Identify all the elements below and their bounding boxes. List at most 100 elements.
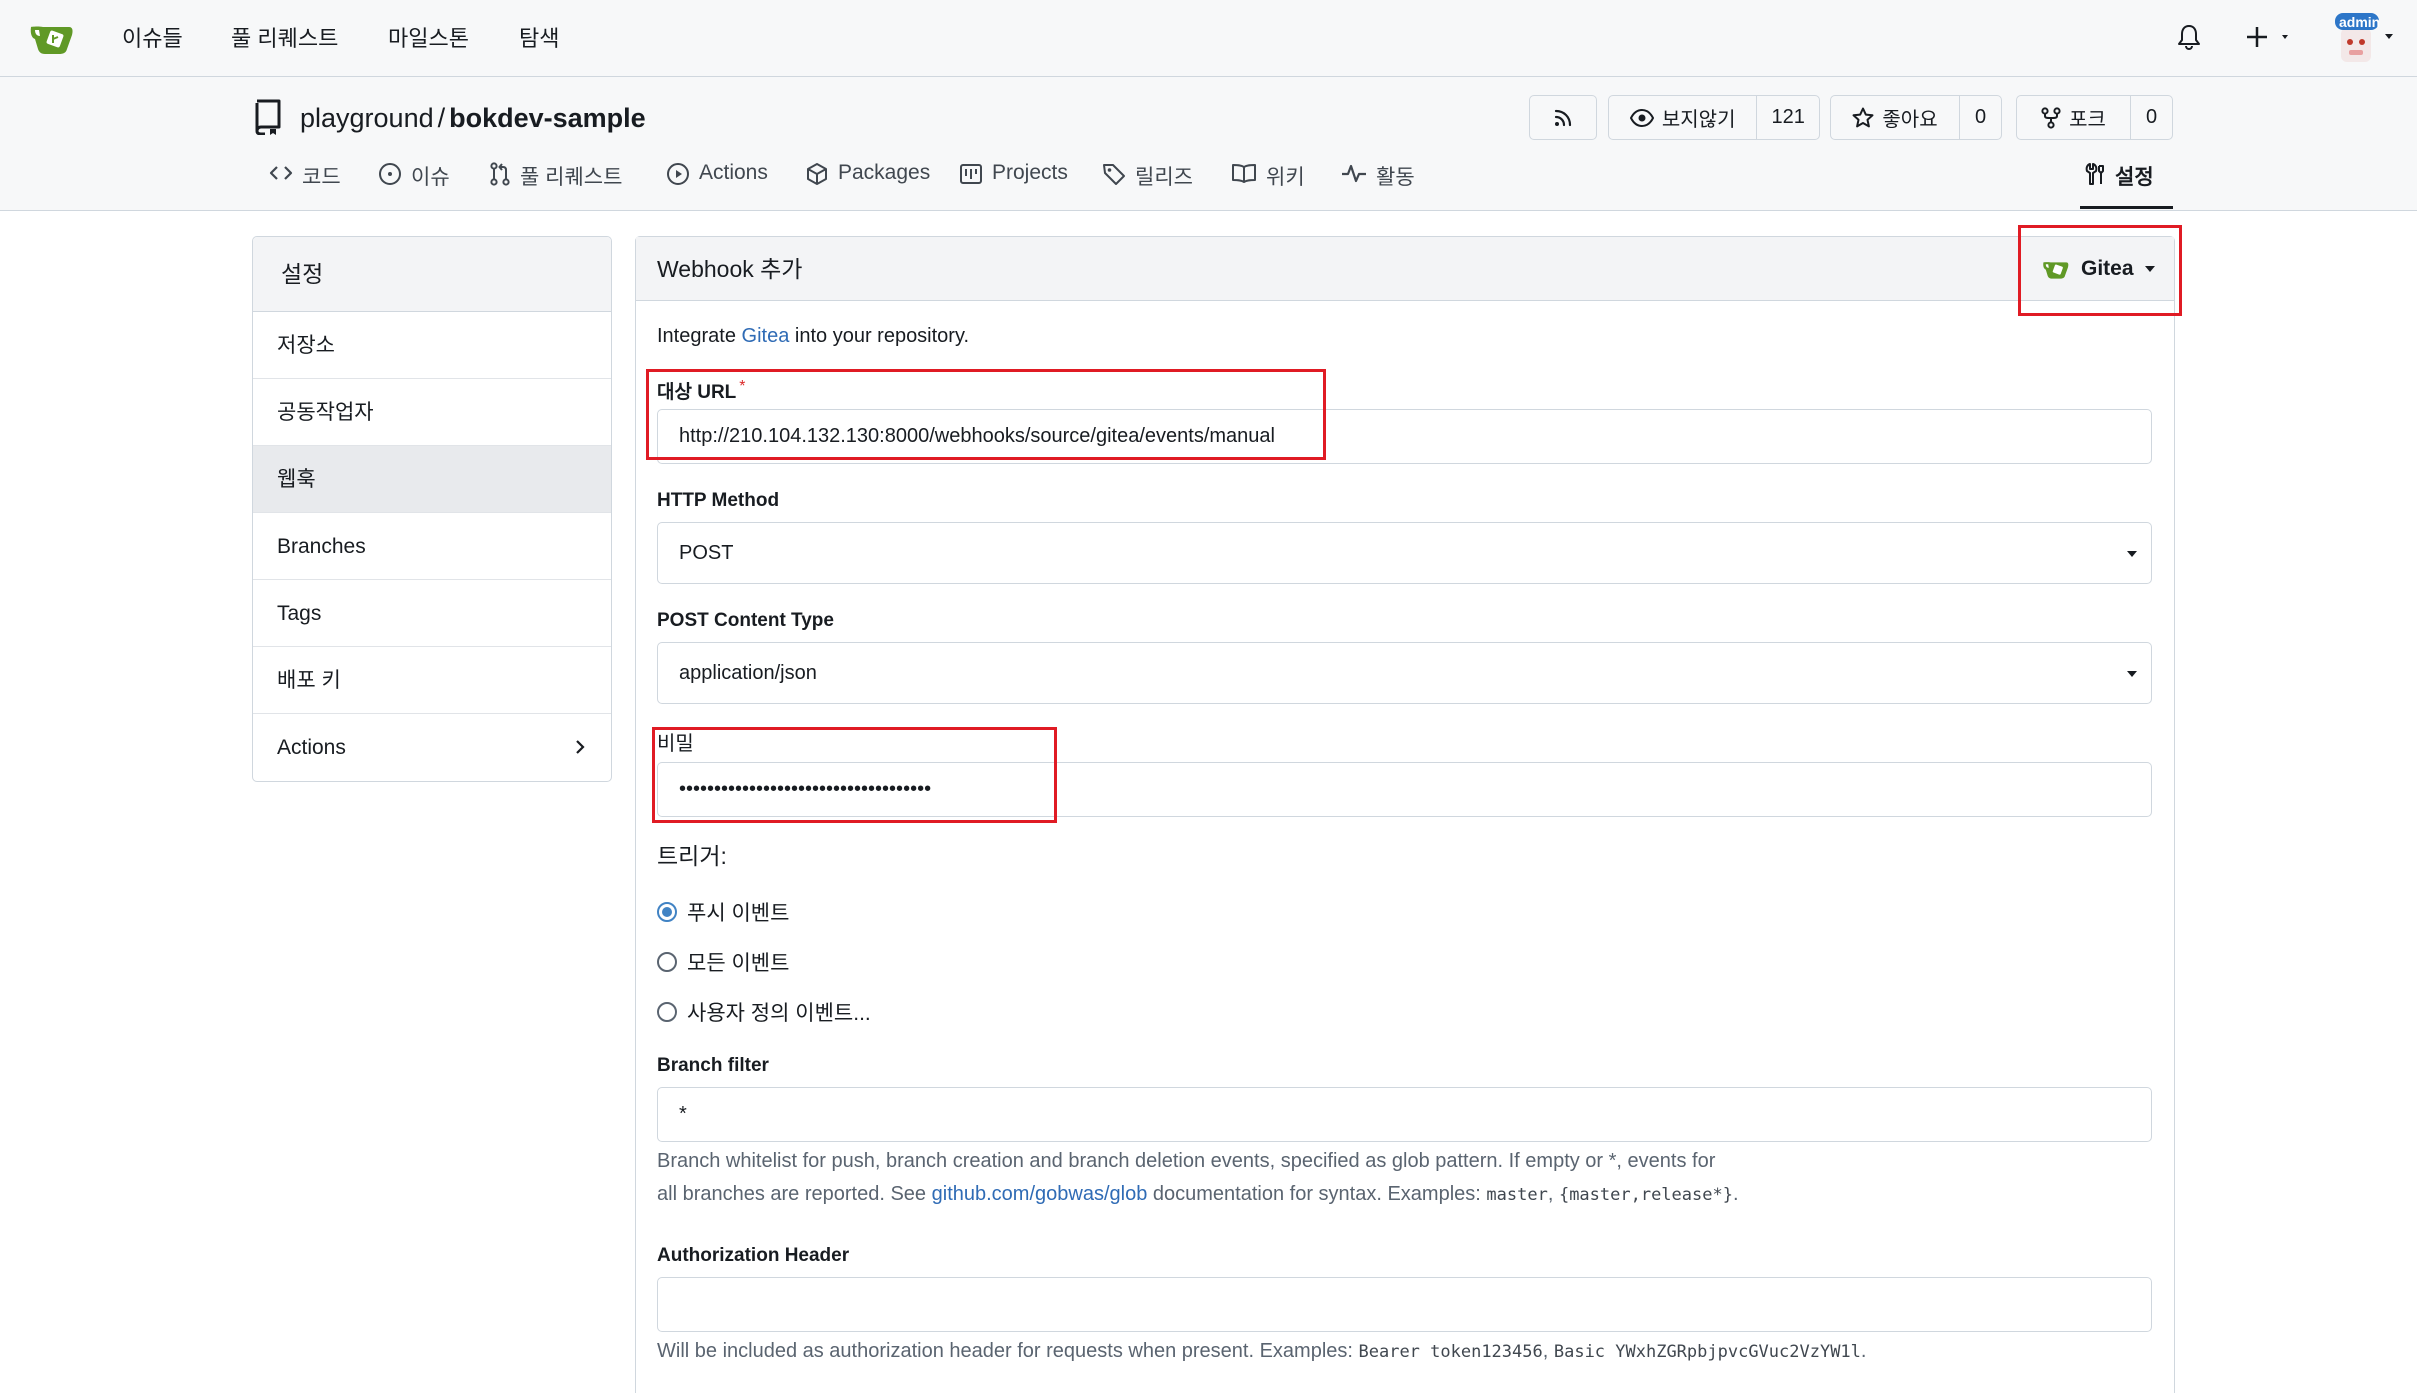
- package-icon: [807, 163, 827, 185]
- tab-packages[interactable]: Packages: [805, 159, 930, 209]
- http-method-value: POST: [679, 542, 734, 564]
- target-url-input[interactable]: http://210.104.132.130:8000/webhooks/sou…: [657, 409, 2152, 464]
- trigger-option-custom-label: 사용자 정의 이벤트...: [687, 1002, 871, 1025]
- tools-icon: [2085, 163, 2104, 185]
- nav-milestones[interactable]: 마일스톤: [388, 24, 469, 54]
- authorization-header-help: Will be included as authorization header…: [657, 1340, 1867, 1362]
- branch-filter-input[interactable]: *: [657, 1087, 2152, 1142]
- content-type-select[interactable]: application/json: [657, 642, 2152, 704]
- authorization-header-input[interactable]: [657, 1277, 2152, 1332]
- issue-icon: [379, 163, 401, 185]
- create-new-icon[interactable]: [2247, 25, 2297, 49]
- glob-docs-link[interactable]: github.com/gobwas/glob: [932, 1183, 1148, 1205]
- star-icon: [1852, 107, 1874, 127]
- gitea-logo-icon[interactable]: [29, 18, 75, 58]
- book-icon: [1232, 164, 1256, 183]
- branch-filter-help: Branch whitelist for push, branch creati…: [657, 1150, 1739, 1205]
- chevron-right-icon: [576, 740, 585, 754]
- fork-button-group: 포크 0: [2016, 95, 2173, 140]
- sidebar-item-webhooks[interactable]: 웹훅: [253, 446, 611, 513]
- tab-projects-label: Projects: [992, 161, 1068, 184]
- star-button-group: 좋아요 0: [1830, 95, 2002, 140]
- notification-bell-icon[interactable]: [2177, 24, 2201, 50]
- watch-label: 보지않기: [1661, 109, 1736, 131]
- http-method-select[interactable]: POST: [657, 522, 2152, 584]
- gitea-link[interactable]: Gitea: [742, 325, 790, 347]
- secret-label: 비밀: [657, 733, 694, 755]
- top-navbar: 이슈들 풀 리퀘스트 마일스톤 탐색 admin: [0, 0, 2417, 77]
- repo-name-link[interactable]: bokdev-sample: [449, 103, 646, 133]
- tab-projects[interactable]: Projects: [959, 159, 1068, 209]
- repo-header: playground / bokdev-sample 보지않기 121 좋아요 0: [0, 77, 2417, 211]
- fork-button[interactable]: 포크: [2017, 96, 2130, 139]
- radio-unchecked[interactable]: [657, 952, 677, 972]
- tag-icon: [1103, 164, 1125, 185]
- pull-request-icon: [490, 162, 510, 186]
- fork-icon: [2041, 106, 2061, 129]
- sidebar-item-branches[interactable]: Branches: [253, 513, 611, 580]
- tab-pull-requests-label: 풀 리퀘스트: [520, 166, 623, 189]
- sidebar-item-tags[interactable]: Tags: [253, 580, 611, 647]
- trigger-option-all-label: 모든 이벤트: [687, 952, 790, 975]
- panel-header: Webhook 추가 Gitea: [636, 237, 2174, 301]
- tab-code-label: 코드: [302, 166, 341, 189]
- trigger-title: 트리거:: [657, 843, 727, 869]
- tab-code[interactable]: 코드: [269, 159, 341, 209]
- repo-title-separator: /: [437, 103, 446, 133]
- sidebar-item-actions[interactable]: Actions: [253, 714, 611, 781]
- nav-pull-requests[interactable]: 풀 리퀘스트: [231, 24, 338, 54]
- nav-explore[interactable]: 탐색: [519, 24, 559, 54]
- fork-count[interactable]: 0: [2130, 96, 2172, 139]
- tab-actions[interactable]: Actions: [666, 159, 768, 209]
- avatar-badge: admin: [2339, 14, 2381, 30]
- tab-settings-label: 설정: [2115, 166, 2154, 189]
- tab-pull-requests[interactable]: 풀 리퀘스트: [489, 159, 622, 209]
- star-button[interactable]: 좋아요: [1831, 96, 1959, 139]
- tab-releases[interactable]: 릴리즈: [1102, 159, 1193, 209]
- gitea-logo-icon: [2043, 262, 2069, 279]
- authorization-header-label: Authorization Header: [657, 1245, 850, 1266]
- tab-wiki[interactable]: 위키: [1231, 159, 1305, 209]
- webhook-form-panel: Webhook 추가 Gitea Integrate Gitea into yo…: [635, 236, 2175, 1393]
- rss-icon: [1554, 109, 1572, 126]
- sidebar-item-collaborators[interactable]: 공동작업자: [253, 379, 611, 446]
- content-type-label: POST Content Type: [657, 610, 834, 631]
- sidebar-item-repository[interactable]: 저장소: [253, 312, 611, 379]
- tab-wiki-label: 위키: [1266, 166, 1305, 189]
- tab-activity[interactable]: 활동: [1341, 159, 1415, 209]
- rss-button[interactable]: [1529, 95, 1597, 140]
- radio-checked[interactable]: [657, 902, 677, 922]
- caret-down-icon: [2144, 266, 2155, 272]
- tab-issues-label: 이슈: [411, 166, 450, 189]
- secret-input[interactable]: ••••••••••••••••••••••••••••••••••••: [657, 762, 2152, 817]
- webhook-type-dropdown[interactable]: Gitea: [2041, 237, 2156, 301]
- watch-count[interactable]: 121: [1756, 96, 1819, 139]
- eye-icon: [1629, 108, 1654, 127]
- intro-text: Integrate Gitea into your repository.: [657, 325, 970, 347]
- fork-label: 포크: [2069, 109, 2106, 131]
- sidebar-item-deploy-keys[interactable]: 배포 키: [253, 647, 611, 714]
- trigger-option-custom[interactable]: 사용자 정의 이벤트...: [657, 997, 871, 1027]
- tab-actions-label: Actions: [699, 161, 768, 184]
- trigger-option-all[interactable]: 모든 이벤트: [657, 947, 789, 977]
- nav-issues[interactable]: 이슈들: [122, 24, 183, 54]
- repo-title: playground / bokdev-sample: [300, 101, 646, 135]
- required-asterisk: *: [739, 377, 746, 395]
- user-avatar[interactable]: admin: [2335, 10, 2395, 65]
- caret-down-icon: [2127, 551, 2137, 557]
- content-type-value: application/json: [679, 662, 817, 684]
- radio-unchecked[interactable]: [657, 1002, 677, 1022]
- play-circle-icon: [667, 163, 689, 185]
- tab-issues[interactable]: 이슈: [378, 159, 450, 209]
- sidebar-header: 설정: [253, 237, 611, 312]
- watch-button[interactable]: 보지않기: [1609, 96, 1756, 139]
- tab-packages-label: Packages: [838, 161, 931, 184]
- tab-settings[interactable]: 설정: [2080, 159, 2173, 209]
- project-board-icon: [960, 164, 982, 184]
- star-count[interactable]: 0: [1959, 96, 2001, 139]
- trigger-option-push[interactable]: 푸시 이벤트: [657, 897, 789, 927]
- http-method-label: HTTP Method: [657, 490, 780, 511]
- sidebar-item-actions-label: Actions: [277, 736, 346, 759]
- repo-owner-link[interactable]: playground: [300, 103, 434, 133]
- code-icon: [269, 166, 293, 180]
